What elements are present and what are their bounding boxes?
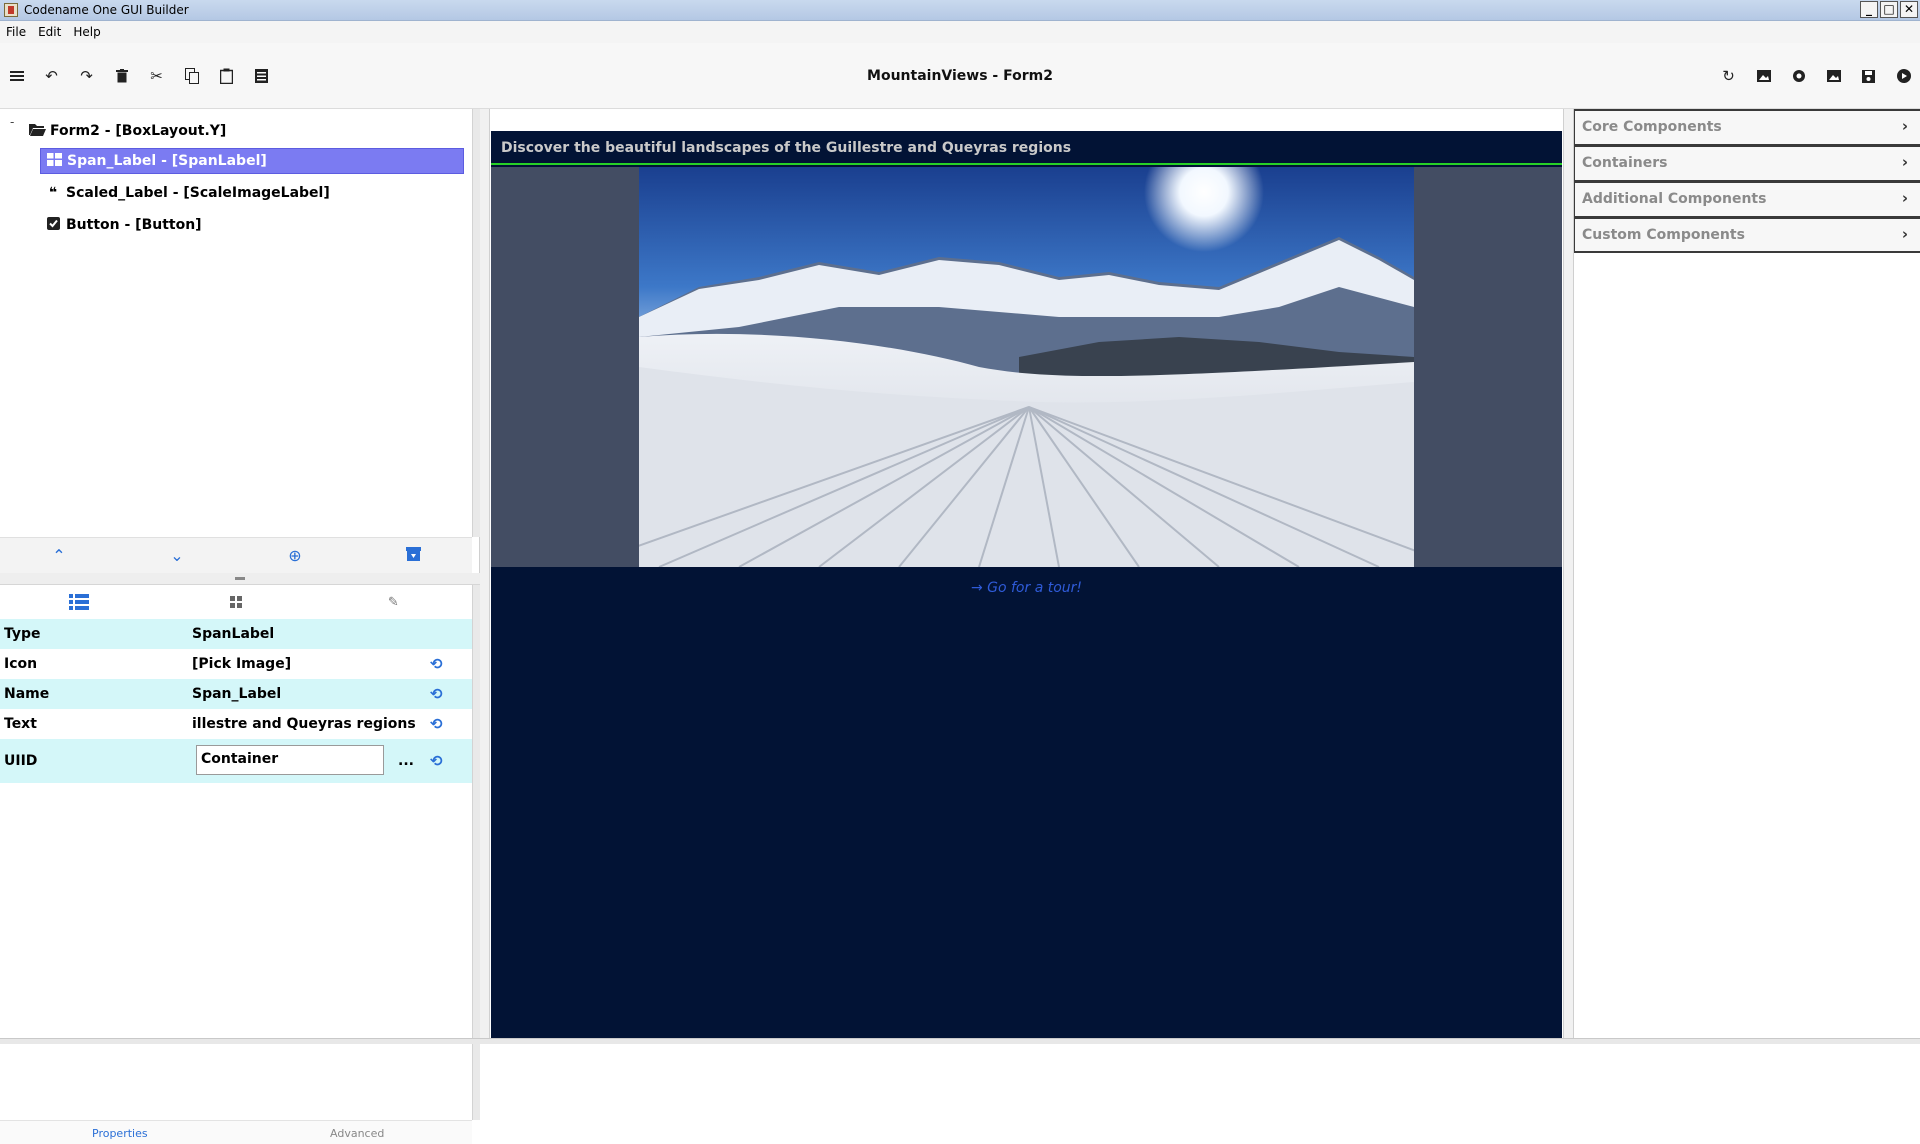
maximize-button[interactable]: □ [1880,1,1898,18]
arrow-right-icon: → [970,580,988,596]
reset-history-icon[interactable]: ⟲ [430,752,443,770]
grid-view-icon[interactable] [226,593,246,611]
move-up-icon[interactable]: ⌃ [47,546,71,565]
property-row-uiid: UIID Container ... ⟲ [0,739,472,783]
menu-bar: File Edit Help [0,21,1920,43]
reset-history-icon[interactable]: ⟲ [430,655,443,673]
palette-section-label: Custom Components [1582,227,1745,243]
form-preview[interactable]: Discover the beautiful landscapes of the… [491,131,1562,1044]
component-palette: Core Components › Containers › Additiona… [1573,109,1920,1044]
menu-edit[interactable]: Edit [38,25,61,39]
status-bar [0,1038,1920,1044]
chevron-right-icon: › [1901,117,1908,135]
archive-icon[interactable] [401,546,425,565]
properties-table: Type SpanLabel Icon [Pick Image] ⟲ Name … [0,619,472,783]
tab-properties[interactable]: Properties [92,1127,148,1140]
play-icon[interactable] [1893,65,1914,87]
style-brush-icon[interactable]: ✎ [383,593,403,611]
checkbox-icon [44,216,62,234]
property-name: Text [4,716,37,732]
property-view-tabs: ✎ [0,585,472,619]
property-row-icon: Icon [Pick Image] ⟲ [0,649,472,679]
tab-advanced[interactable]: Advanced [330,1127,384,1140]
palette-section-label: Core Components [1582,119,1722,135]
tree-actions-bar: ⌃ ⌄ ⊕ [0,537,472,573]
list-view-icon[interactable] [68,593,89,611]
scale-image-label-preview[interactable] [491,167,1562,567]
property-name: Name [4,686,50,702]
palette-section-label: Additional Components [1582,191,1767,207]
menu-help[interactable]: Help [73,25,100,39]
reset-history-icon[interactable]: ⟲ [430,715,443,733]
pick-image-link[interactable]: [Pick Image] [192,656,291,672]
tree-node-label: Span_Label - [SpanLabel] [67,153,267,169]
property-tabs: Properties Advanced [0,1120,472,1144]
palette-section-label: Containers [1582,155,1668,171]
chevron-right-icon: › [1901,225,1908,243]
property-name: UIID [4,753,38,769]
close-button[interactable]: ✕ [1900,1,1918,18]
design-canvas: Discover the beautiful landscapes of the… [480,109,1573,1044]
tree-node-scaled-label[interactable]: ❝ Scaled_Label - [ScaleImageLabel] [44,180,330,206]
toolbar: ↶ ↷ ✂ MountainViews - Form2 ↻ [0,43,1920,109]
window-title: Codename One GUI Builder [24,3,189,17]
save-icon[interactable] [1858,65,1879,87]
chevron-right-icon: › [1901,189,1908,207]
canvas-left-scrollbar[interactable] [480,109,490,1044]
property-value[interactable]: illestre and Queyras regions [192,716,416,732]
add-circle-icon[interactable]: ⊕ [283,546,307,565]
span-label-preview[interactable]: Discover the beautiful landscapes of the… [491,131,1562,165]
tree-scrollbar[interactable] [472,109,480,537]
tree-node-label: Form2 - [BoxLayout.Y] [50,123,227,139]
tree-node-span-label[interactable]: Span_Label - [SpanLabel] [40,148,464,174]
property-value: SpanLabel [192,626,275,642]
tour-button-label: Go for a tour! [987,580,1083,596]
quote-icon: ❝ [48,185,58,201]
toolbar-right-group: ↻ [1718,65,1914,87]
property-name: Type [4,626,41,642]
tour-button-preview[interactable]: → Go for a tour! [491,580,1562,596]
minimize-button[interactable]: _ [1860,1,1878,18]
tree-node-button[interactable]: Button - [Button] [44,212,202,238]
mountain-landscape-image [639,167,1414,567]
left-panel: - Form2 - [BoxLayout.Y] Span_Label - [Sp… [0,109,480,1144]
move-down-icon[interactable]: ⌄ [165,546,189,565]
image-icon[interactable] [1753,65,1774,87]
tree-node-form2[interactable]: Form2 - [BoxLayout.Y] [28,118,226,144]
tree-node-label: Scaled_Label - [ScaleImageLabel] [66,185,330,201]
refresh-icon[interactable]: ↻ [1718,65,1739,87]
menu-file[interactable]: File [6,25,26,39]
window-title-bar: Codename One GUI Builder _ □ ✕ [0,0,1920,21]
property-name: Icon [4,656,38,672]
canvas-right-scrollbar[interactable] [1563,109,1573,1044]
property-row-type: Type SpanLabel [0,619,472,649]
uiid-more-button[interactable]: ... [398,753,414,769]
property-row-name: Name Span_Label ⟲ [0,679,472,709]
record-icon[interactable] [1788,65,1809,87]
property-value[interactable]: Span_Label [192,686,281,702]
reset-history-icon[interactable]: ⟲ [430,685,443,703]
palette-containers[interactable]: Containers › [1574,145,1920,181]
folder-open-icon [28,122,46,140]
tree-collapse-toggle[interactable]: - [10,115,14,129]
tree-node-label: Button - [Button] [66,217,202,233]
document-title: MountainViews - Form2 [867,68,1053,84]
palette-core-components[interactable]: Core Components › [1574,109,1920,145]
chevron-right-icon: › [1901,153,1908,171]
panel-splitter[interactable] [0,573,480,585]
uiid-input[interactable]: Container [196,745,384,775]
splitter-grip[interactable] [235,577,245,580]
component-tree: - Form2 - [BoxLayout.Y] Span_Label - [Sp… [0,109,470,537]
grid-icon [45,152,63,170]
property-row-text: Text illestre and Queyras regions ⟲ [0,709,472,739]
window-controls: _ □ ✕ [1860,1,1918,18]
app-icon [4,3,18,17]
image-alt-icon[interactable] [1823,65,1844,87]
palette-custom-components[interactable]: Custom Components › [1574,217,1920,253]
palette-additional-components[interactable]: Additional Components › [1574,181,1920,217]
